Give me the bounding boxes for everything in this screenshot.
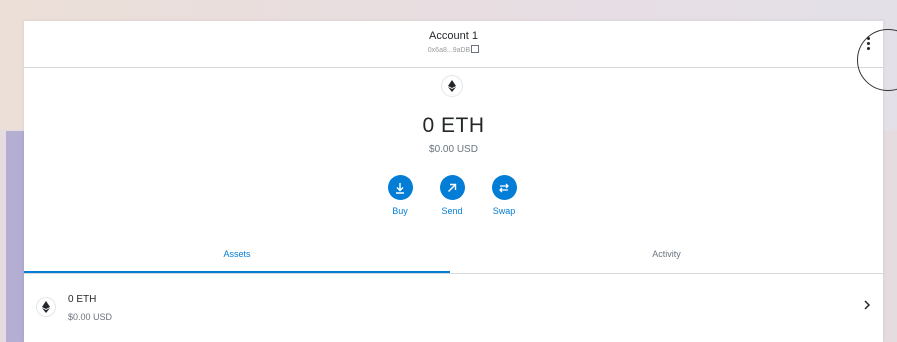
asset-usd: $0.00 USD bbox=[68, 312, 113, 322]
tab-activity[interactable]: Activity bbox=[450, 241, 883, 273]
kebab-dot-icon bbox=[866, 46, 870, 50]
arrow-up-right-icon bbox=[439, 175, 465, 200]
tab-bar: Assets Activity bbox=[24, 241, 883, 274]
ethereum-icon bbox=[36, 297, 56, 317]
buy-label: Buy bbox=[392, 206, 408, 216]
buy-button[interactable]: Buy bbox=[380, 175, 420, 216]
tab-assets[interactable]: Assets bbox=[24, 241, 450, 273]
swap-label: Swap bbox=[492, 206, 516, 216]
account-name[interactable]: Account 1 bbox=[24, 30, 883, 42]
balance-amount: 0 ETH bbox=[422, 114, 485, 137]
account-address[interactable]: 0x6a8...9aDB bbox=[24, 45, 883, 54]
wallet-panel: Account 1 0x6a8...9aDB 0 ETH $0.00 USD B… bbox=[24, 21, 897, 342]
account-options-button[interactable] bbox=[860, 33, 876, 53]
chevron-right-icon bbox=[860, 298, 874, 312]
copy-icon[interactable] bbox=[471, 45, 480, 53]
ethereum-icon bbox=[441, 75, 463, 97]
account-header: Account 1 0x6a8...9aDB bbox=[24, 21, 897, 91]
balance-usd: $0.00 USD bbox=[429, 144, 478, 155]
swap-button[interactable]: Swap bbox=[484, 175, 524, 216]
swap-icon bbox=[491, 175, 517, 200]
asset-list-item[interactable]: 0 ETH $0.00 USD bbox=[24, 274, 883, 342]
send-label: Send bbox=[441, 206, 463, 216]
asset-amount: 0 ETH bbox=[68, 294, 97, 305]
send-button[interactable]: Send bbox=[432, 175, 472, 216]
kebab-dot-icon bbox=[866, 41, 870, 45]
kebab-dot-icon bbox=[866, 36, 870, 40]
download-icon bbox=[387, 175, 413, 200]
account-address-text[interactable]: 0x6a8...9aDB bbox=[428, 47, 470, 54]
